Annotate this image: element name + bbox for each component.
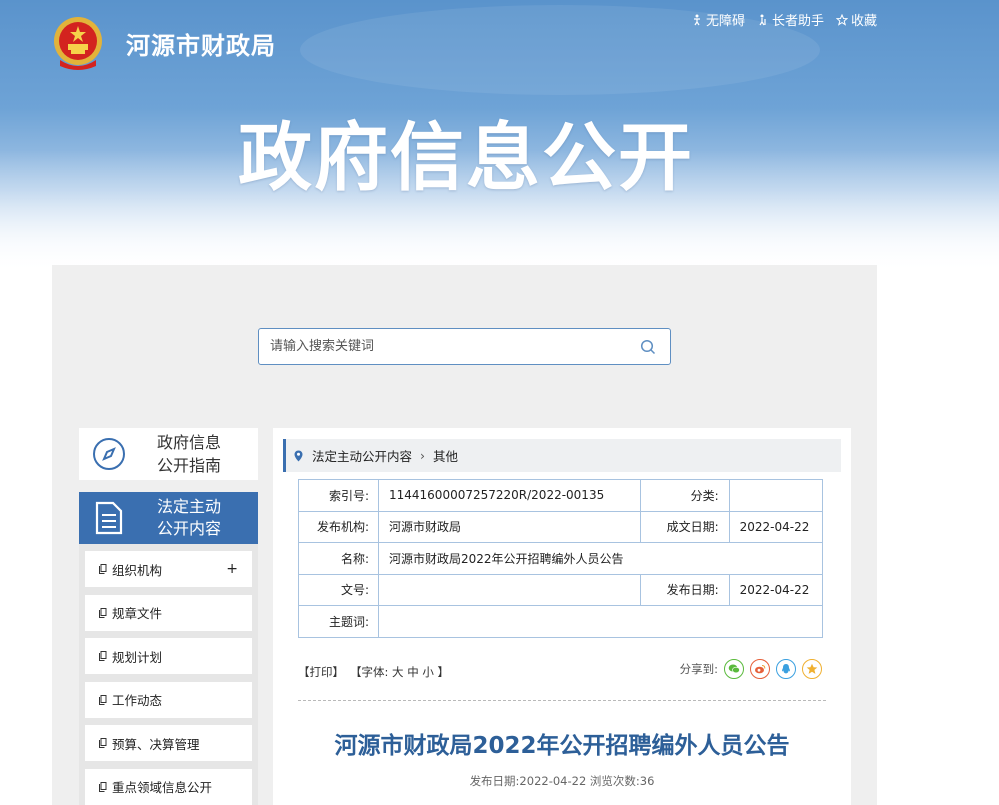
doc-icon <box>99 781 107 792</box>
top-links: 无障碍 长者助手 收藏 <box>691 10 877 29</box>
compass-icon <box>79 437 139 471</box>
name-value: 河源市财政局2022年公开招聘编外人员公告 <box>378 542 823 575</box>
sidebar-guide[interactable]: 政府信息 公开指南 <box>79 428 258 480</box>
search-box <box>258 328 671 365</box>
search-icon <box>640 339 656 354</box>
elder-helper-link[interactable]: 长者助手 <box>757 10 824 29</box>
legal-label-line1: 法定主动 <box>156 497 221 516</box>
legal-label: 法定主动 公开内容 <box>139 496 239 540</box>
sidebar-item-plans[interactable]: 规划计划 <box>85 638 252 674</box>
font-small-button[interactable]: 小 <box>422 665 434 679</box>
font-size-prefix: 【字体: <box>350 665 389 679</box>
sidebar-legal-content[interactable]: 法定主动 公开内容 <box>79 492 258 544</box>
weibo-icon <box>755 665 766 674</box>
doc-number-value <box>378 573 641 606</box>
sidebar-item-label: 组织机构 <box>112 562 163 578</box>
chevron-right-icon: › <box>420 448 426 463</box>
font-size-suffix: 】 <box>437 665 450 679</box>
font-medium-button[interactable]: 中 <box>407 665 419 679</box>
doc-number-label: 文号: <box>298 573 379 606</box>
favorite-label: 收藏 <box>850 14 877 29</box>
qzone-star-icon <box>806 663 818 674</box>
category-value <box>728 479 824 512</box>
sidebar-item-org[interactable]: 组织机构 + <box>85 551 252 587</box>
national-emblem-icon <box>52 14 104 72</box>
index-value: 11441600007257220R/2022-00135 <box>378 479 641 512</box>
sidebar-item-news[interactable]: 工作动态 <box>85 681 252 718</box>
created-date-label: 成文日期: <box>639 510 730 543</box>
content-area: 法定主动公开内容 › 其他 索引号: 11441600007257220R/20… <box>273 428 851 805</box>
table-row: 主题词: <box>298 605 823 638</box>
doc-icon <box>99 738 107 748</box>
table-row: 文号: 发布日期: 2022-04-22 <box>298 573 824 606</box>
sidebar-item-rules[interactable]: 规章文件 <box>85 594 252 631</box>
published-date-value: 2022-04-22 <box>728 573 824 606</box>
wechat-share-button[interactable] <box>724 659 744 679</box>
breadcrumb-current[interactable]: 其他 <box>433 446 458 465</box>
index-label: 索引号: <box>298 479 379 512</box>
sidebar-item-key-areas[interactable]: 重点领域信息公开 <box>85 768 252 805</box>
accessibility-link[interactable]: 无障碍 <box>691 10 745 29</box>
document-icon <box>79 501 139 535</box>
star-icon <box>835 13 848 26</box>
favorite-link[interactable]: 收藏 <box>835 10 877 29</box>
doc-icon <box>99 607 107 618</box>
table-row: 索引号: 11441600007257220R/2022-00135 分类: <box>298 479 824 512</box>
doc-icon <box>99 694 107 705</box>
sidebar-item-label: 规章文件 <box>112 606 163 621</box>
created-date-value: 2022-04-22 <box>728 510 824 543</box>
main-panel: 政府信息 公开指南 法定主动 公开内容 组织机构 <box>52 265 877 805</box>
divider <box>298 700 826 701</box>
guide-label-line2: 公开指南 <box>156 456 221 475</box>
qq-share-button[interactable] <box>776 659 796 679</box>
sidebar-menu: 组织机构 + 规章文件 规划计划 工作动态 预算、决算管理 重点领域信息公开 <box>79 544 258 805</box>
category-label: 分类: <box>639 479 730 512</box>
sidebar-item-label: 重点领域信息公开 <box>112 780 213 795</box>
metadata-table: 索引号: 11441600007257220R/2022-00135 分类: 发… <box>298 479 824 638</box>
table-row: 名称: 河源市财政局2022年公开招聘编外人员公告 <box>298 542 823 575</box>
font-large-button[interactable]: 大 <box>392 665 404 679</box>
share-label: 分享到: <box>679 662 718 676</box>
article-tools: 【打印】 【字体: 大 中 小 】 <box>298 664 449 680</box>
publisher-label: 发布机构: <box>298 510 379 543</box>
elder-helper-icon <box>759 14 766 25</box>
accessibility-label: 无障碍 <box>705 14 745 29</box>
breadcrumb-section[interactable]: 法定主动公开内容 <box>312 446 412 465</box>
accessibility-icon <box>693 14 700 25</box>
sidebar-item-label: 工作动态 <box>112 693 163 708</box>
publisher-value: 河源市财政局 <box>378 510 641 543</box>
breadcrumb: 法定主动公开内容 › 其他 <box>283 439 841 472</box>
weibo-share-button[interactable] <box>750 659 770 679</box>
expand-icon[interactable]: + <box>226 561 238 577</box>
sidebar-item-label: 预算、决算管理 <box>112 736 200 752</box>
hero-title: 政府信息公开 <box>238 115 694 201</box>
header-banner: 河源市财政局 无障碍 长者助手 收藏 政府信息公开 <box>0 0 999 270</box>
keywords-value <box>378 605 823 638</box>
location-pin-icon <box>294 450 303 461</box>
search-input[interactable] <box>259 329 626 364</box>
qq-icon <box>782 664 790 674</box>
table-row: 发布机构: 河源市财政局 成文日期: 2022-04-22 <box>298 510 824 543</box>
guide-label: 政府信息 公开指南 <box>139 431 239 477</box>
sidebar-item-label: 规划计划 <box>112 649 163 665</box>
wechat-icon <box>728 664 740 674</box>
sidebar-item-budget[interactable]: 预算、决算管理 <box>85 725 252 761</box>
print-button[interactable]: 【打印】 <box>298 664 344 680</box>
article-meta: 发布日期:2022-04-22 浏览次数:36 <box>469 774 655 788</box>
doc-icon <box>99 651 107 661</box>
elder-helper-label: 长者助手 <box>771 14 824 29</box>
site-name[interactable]: 河源市财政局 <box>126 26 276 61</box>
sidebar: 政府信息 公开指南 法定主动 公开内容 组织机构 + 规章文件 规划计划 工作动… <box>79 428 258 805</box>
published-date-label: 发布日期: <box>639 573 730 606</box>
share-bar: 分享到: <box>680 659 822 679</box>
legal-label-line2: 公开内容 <box>156 519 221 538</box>
search-button[interactable] <box>626 329 670 364</box>
guide-label-line1: 政府信息 <box>156 433 221 452</box>
article-title: 河源市财政局2022年公开招聘编外人员公告 <box>334 733 790 759</box>
keywords-label: 主题词: <box>298 605 379 638</box>
qzone-share-button[interactable] <box>802 659 822 679</box>
name-label: 名称: <box>298 542 379 575</box>
doc-icon <box>99 564 107 574</box>
font-size-control: 【字体: 大 中 小 】 <box>350 664 449 680</box>
